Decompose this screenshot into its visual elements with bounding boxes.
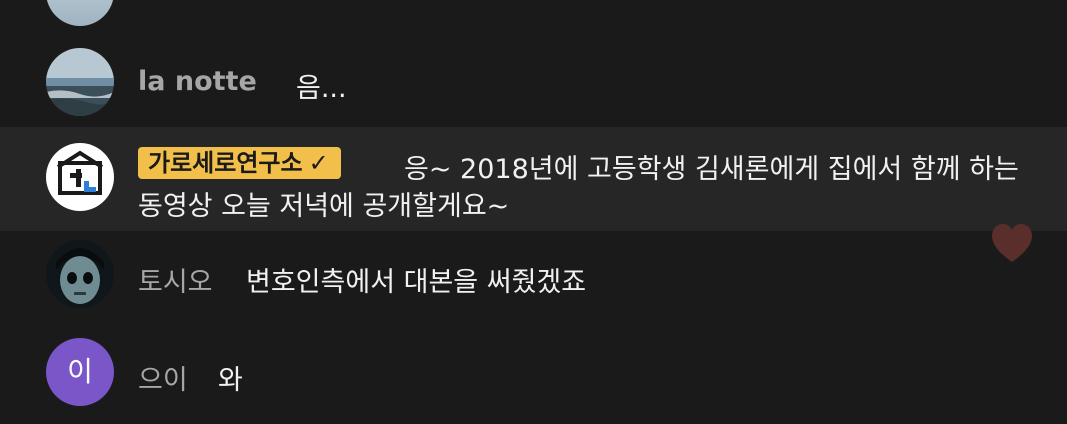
avatar[interactable]: 이 bbox=[46, 338, 114, 406]
user-avatar-image bbox=[46, 240, 114, 308]
avatar[interactable] bbox=[46, 0, 114, 26]
avatar[interactable] bbox=[46, 143, 114, 211]
creator-badge[interactable]: 가로세로연구소 ✓ bbox=[138, 147, 341, 179]
comment-message: 음... bbox=[296, 73, 347, 104]
comment-username[interactable]: la notte bbox=[138, 66, 257, 97]
avatar-initial: 이 bbox=[67, 355, 93, 388]
highlighted-comment-row: 가로세로연구소 ✓ 응~ 2018년에 고등학생 김새론에게 집에서 함께 하는 … bbox=[0, 127, 1067, 231]
avatar[interactable] bbox=[46, 240, 114, 308]
comment-message-line: 응~ 2018년에 고등학생 김새론에게 집에서 함께 하는 bbox=[404, 154, 1019, 185]
comment-row bbox=[0, 0, 1067, 28]
comment-username: 가로세로연구소 bbox=[148, 149, 303, 177]
comment-row: la notte 음... bbox=[0, 48, 1067, 122]
comment-username[interactable]: 으이 bbox=[138, 358, 188, 397]
comment-message: 와 bbox=[218, 365, 243, 396]
check-icon: ✓ bbox=[308, 149, 329, 177]
comment-message-line: 동영상 오늘 저녁에 공개할게요~ bbox=[138, 191, 510, 222]
sea-avatar-image bbox=[46, 48, 114, 116]
comment-row: 토시오 변호인측에서 대본을 써줬겠죠 bbox=[0, 240, 1067, 314]
comment-list: la notte 음... 가로세로연구소 ✓ 응~ 2018년에 고등학생 김새… bbox=[0, 0, 1067, 424]
comment-message: 변호인측에서 대본을 써줬겠죠 bbox=[246, 267, 587, 298]
channel-logo-icon bbox=[56, 150, 104, 195]
comment-row: 이 으이 와 bbox=[0, 338, 1067, 412]
comment-username[interactable]: 토시오 bbox=[138, 260, 213, 299]
avatar[interactable] bbox=[46, 48, 114, 116]
